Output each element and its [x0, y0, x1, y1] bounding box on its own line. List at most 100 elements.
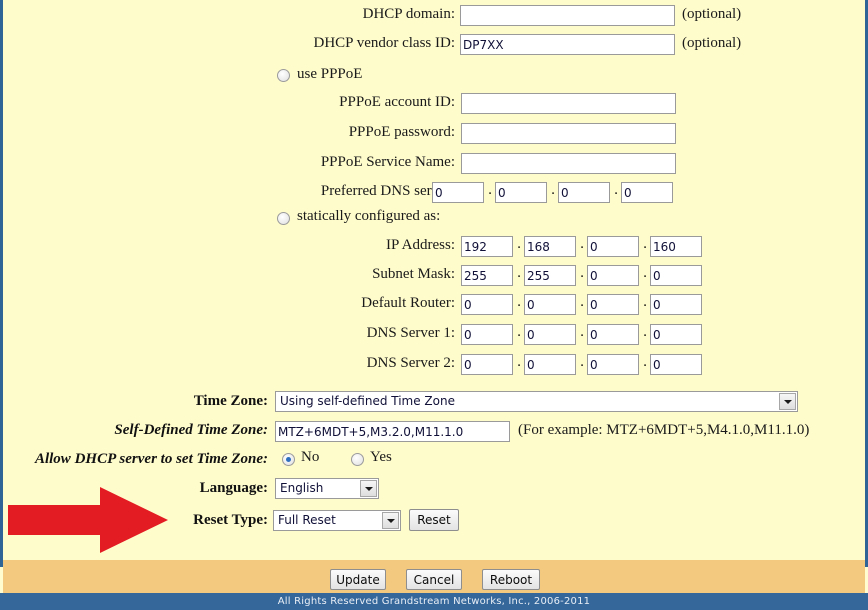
pppoe-password-row: PPPoE password:	[0, 121, 868, 147]
self-defined-time-zone-label: Self-Defined Time Zone:	[114, 422, 268, 438]
time-zone-label: Time Zone:	[193, 393, 268, 409]
chevron-down-icon[interactable]	[779, 393, 796, 410]
dhcp-domain-input[interactable]	[460, 5, 675, 26]
pppoe-account-id-input[interactable]	[461, 93, 676, 114]
ip-address-octet-3[interactable]	[587, 236, 639, 257]
default-router-row: Default Router: . . .	[0, 292, 868, 318]
preferred-dns-server-label: Preferred DNS server:	[320, 183, 455, 199]
octet-separator: .	[643, 355, 648, 370]
dhcp-vendor-class-id-optional-note: (optional)	[682, 35, 742, 51]
octet-separator: .	[643, 295, 648, 310]
octet-separator: .	[580, 355, 585, 370]
dns-server-2-label: DNS Server 2:	[366, 355, 455, 371]
statically-configured-row: statically configured as:	[0, 208, 868, 234]
chevron-down-icon[interactable]	[382, 512, 399, 529]
default-router-octet-4[interactable]	[650, 294, 702, 315]
time-zone-selected-value: Using self-defined Time Zone	[280, 394, 455, 408]
subnet-mask-row: Subnet Mask: . . .	[0, 263, 868, 289]
dhcp-domain-row: DHCP domain: (optional)	[0, 3, 868, 29]
self-defined-time-zone-input[interactable]	[275, 421, 510, 442]
octet-separator: .	[643, 237, 648, 252]
default-router-octet-1[interactable]	[461, 294, 513, 315]
octet-separator: .	[580, 325, 585, 340]
dns-server-2-row: DNS Server 2: . . .	[0, 352, 868, 378]
octet-separator: .	[517, 295, 522, 310]
ip-address-octet-2[interactable]	[524, 236, 576, 257]
dns-server-2-octet-4[interactable]	[650, 354, 702, 375]
dhcp-vendor-class-id-label: DHCP vendor class ID:	[313, 35, 455, 51]
default-router-octet-2[interactable]	[524, 294, 576, 315]
allow-dhcp-time-zone-yes-label[interactable]: Yes	[370, 449, 392, 466]
dns-server-1-octet-4[interactable]	[650, 324, 702, 345]
preferred-dns-octet-4[interactable]	[621, 182, 673, 203]
preferred-dns-octet-3[interactable]	[558, 182, 610, 203]
dns-server-2-octet-3[interactable]	[587, 354, 639, 375]
use-pppoe-label[interactable]: use PPPoE	[297, 66, 362, 83]
use-pppoe-radio[interactable]	[277, 69, 290, 82]
octet-separator: .	[614, 183, 619, 198]
octet-separator: .	[551, 183, 556, 198]
dns-server-2-octet-2[interactable]	[524, 354, 576, 375]
preferred-dns-octet-1[interactable]	[432, 182, 484, 203]
preferred-dns-octet-2[interactable]	[495, 182, 547, 203]
dhcp-domain-optional-note: (optional)	[682, 6, 742, 22]
reset-button[interactable]: Reset	[409, 509, 459, 531]
time-zone-row: Time Zone: Using self-defined Time Zone	[0, 390, 868, 416]
dhcp-vendor-class-id-input[interactable]	[460, 34, 675, 55]
pppoe-account-id-row: PPPoE account ID:	[0, 91, 868, 117]
time-zone-select[interactable]: Using self-defined Time Zone	[275, 391, 798, 412]
red-annotation-arrow	[8, 487, 168, 553]
allow-dhcp-time-zone-radio-no[interactable]	[282, 453, 295, 466]
dns-server-1-octet-1[interactable]	[461, 324, 513, 345]
dns-server-1-octet-2[interactable]	[524, 324, 576, 345]
allow-dhcp-time-zone-row: Allow DHCP server to set Time Zone: No Y…	[0, 448, 868, 474]
ip-address-octet-4[interactable]	[650, 236, 702, 257]
use-pppoe-row: use PPPoE	[0, 66, 868, 92]
pppoe-service-name-input[interactable]	[461, 153, 676, 174]
octet-separator: .	[580, 295, 585, 310]
footer-copyright: All Rights Reserved Grandstream Networks…	[277, 596, 591, 607]
router-config-page: DHCP domain: (optional) DHCP vendor clas…	[0, 0, 868, 610]
default-router-label: Default Router:	[361, 295, 455, 311]
pppoe-account-id-label: PPPoE account ID:	[339, 94, 455, 110]
default-router-octet-3[interactable]	[587, 294, 639, 315]
subnet-mask-label: Subnet Mask:	[372, 266, 455, 282]
allow-dhcp-time-zone-label: Allow DHCP server to set Time Zone:	[34, 451, 268, 467]
dns-server-1-octet-3[interactable]	[587, 324, 639, 345]
reset-type-selected-value: Full Reset	[278, 513, 336, 527]
statically-configured-label[interactable]: statically configured as:	[297, 208, 440, 225]
octet-separator: .	[517, 325, 522, 340]
subnet-mask-octet-3[interactable]	[587, 265, 639, 286]
pppoe-service-name-row: PPPoE Service Name:	[0, 151, 868, 177]
self-defined-time-zone-example: (For example: MTZ+6MDT+5,M4.1.0,M11.1.0)	[518, 422, 810, 438]
pppoe-password-label: PPPoE password:	[348, 124, 455, 140]
cancel-button[interactable]: Cancel	[406, 569, 462, 590]
chevron-down-icon[interactable]	[360, 480, 377, 497]
subnet-mask-octet-4[interactable]	[650, 265, 702, 286]
self-defined-time-zone-row: Self-Defined Time Zone: (For example: MT…	[0, 419, 868, 445]
octet-separator: .	[643, 325, 648, 340]
subnet-mask-octet-2[interactable]	[524, 265, 576, 286]
dns-server-1-label: DNS Server 1:	[366, 325, 455, 341]
dhcp-domain-label: DHCP domain:	[362, 6, 455, 22]
octet-separator: .	[517, 266, 522, 281]
ip-address-octet-1[interactable]	[461, 236, 513, 257]
allow-dhcp-time-zone-radio-yes[interactable]	[351, 453, 364, 466]
preferred-dns-server-row: Preferred DNS server: . . .	[0, 180, 868, 206]
reboot-button[interactable]: Reboot	[482, 569, 540, 590]
statically-configured-radio[interactable]	[277, 212, 290, 225]
dhcp-vendor-class-id-row: DHCP vendor class ID: (optional)	[0, 32, 868, 58]
octet-separator: .	[580, 237, 585, 252]
pppoe-service-name-label: PPPoE Service Name:	[320, 154, 455, 170]
language-select[interactable]: English	[275, 478, 379, 499]
reset-type-select[interactable]: Full Reset	[273, 510, 401, 531]
dns-server-2-octet-1[interactable]	[461, 354, 513, 375]
allow-dhcp-time-zone-no-label[interactable]: No	[301, 449, 319, 466]
pppoe-password-input[interactable]	[461, 123, 676, 144]
ip-address-row: IP Address: . . .	[0, 234, 868, 260]
octet-separator: .	[580, 266, 585, 281]
ip-address-label: IP Address:	[385, 237, 455, 253]
subnet-mask-octet-1[interactable]	[461, 265, 513, 286]
update-button[interactable]: Update	[330, 569, 386, 590]
octet-separator: .	[517, 355, 522, 370]
